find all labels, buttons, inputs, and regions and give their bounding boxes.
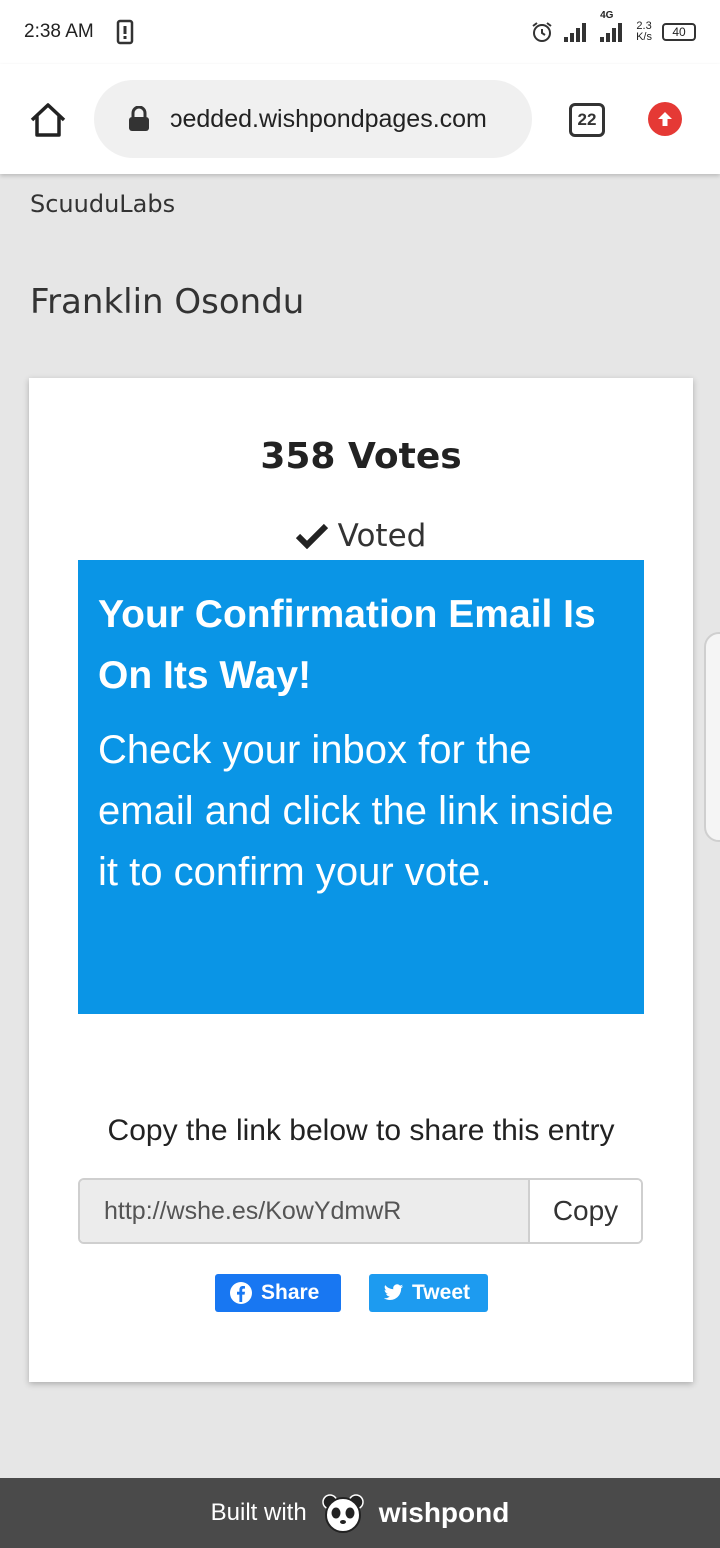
confirmation-title: Your Confirmation Email Is On Its Way! <box>98 593 596 697</box>
facebook-icon <box>230 1282 252 1304</box>
confirmation-body: Check your inbox for the email and click… <box>98 728 614 894</box>
address-bar[interactable]: ɔedded.wishpondpages.com <box>94 80 532 158</box>
social-share-row: Share Tweet <box>215 1274 488 1312</box>
twitter-icon <box>383 1284 404 1301</box>
phone-icon <box>116 19 134 45</box>
update-button[interactable] <box>648 102 682 136</box>
wishpond-logo-text: wishpond <box>378 1497 510 1528</box>
twitter-share-button[interactable]: Tweet <box>369 1274 488 1312</box>
voted-status: Voted <box>29 518 693 554</box>
entry-card: 358 Votes Voted Your Confirmation Email … <box>29 378 693 1382</box>
footer[interactable]: Built with wishpond <box>0 1478 720 1548</box>
vote-count: 358 Votes <box>260 436 462 477</box>
facebook-share-button[interactable]: Share <box>215 1274 341 1312</box>
entrant-name: Franklin Osondu <box>30 282 305 322</box>
signal-icon <box>564 22 590 42</box>
arrow-up-icon <box>658 112 672 126</box>
share-link-input[interactable] <box>80 1180 528 1242</box>
alarm-icon <box>530 20 554 44</box>
confirmation-message: Your Confirmation Email Is On Its Way! C… <box>78 560 644 1014</box>
lock-icon <box>129 106 149 131</box>
battery-level: 40 <box>672 25 686 39</box>
copy-button[interactable]: Copy <box>528 1180 641 1242</box>
tab-count: 22 <box>577 110 597 129</box>
network-type: 4G <box>600 10 614 21</box>
url-text: ɔedded.wishpondpages.com <box>170 104 487 133</box>
tab-switcher-button[interactable]: 22 <box>569 103 605 137</box>
network-speed: 2.3 K/s <box>636 21 652 43</box>
battery-icon: 40 <box>662 23 696 41</box>
voted-label: Voted <box>337 518 427 554</box>
signal-4g-icon: 4G <box>600 10 626 42</box>
built-with-label: Built with <box>210 1499 307 1526</box>
status-time: 2:38 AM <box>24 21 94 42</box>
facebook-share-label: Share <box>261 1281 320 1304</box>
panda-logo-icon <box>321 1494 364 1533</box>
checkmark-icon <box>295 523 328 549</box>
home-icon <box>30 103 66 137</box>
share-caption: Copy the link below to share this entry <box>107 1114 615 1147</box>
network-speed-unit: K/s <box>636 31 652 43</box>
status-bar: 2:38 AM 4G 2.3 K/s 40 <box>0 0 720 64</box>
twitter-share-label: Tweet <box>412 1281 470 1304</box>
share-link-group: Copy <box>78 1178 643 1244</box>
home-button[interactable] <box>28 100 68 140</box>
side-panel-handle[interactable] <box>704 632 720 842</box>
brand-name: ScuuduLabs <box>30 190 176 218</box>
browser-toolbar: ɔedded.wishpondpages.com 22 <box>0 64 720 174</box>
